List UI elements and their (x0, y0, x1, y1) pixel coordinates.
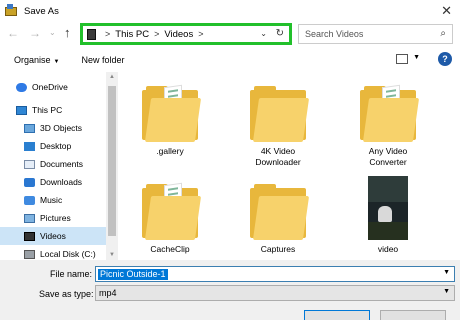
file-item-any-video-converter[interactable]: Any Video Converter (338, 82, 438, 168)
sidebar-item-local-disk[interactable]: Local Disk (C:) (0, 245, 106, 260)
navigation-pane-scrollbar[interactable]: ▲ ▼ (106, 72, 118, 260)
chevron-down-icon: ▼ (53, 59, 60, 65)
file-name: .gallery (156, 146, 184, 156)
file-name-field[interactable]: Picnic Outside-1 ▼ (95, 266, 455, 282)
close-icon[interactable]: ✕ (441, 3, 452, 19)
save-as-type-value: mp4 (99, 288, 117, 298)
save-button[interactable] (304, 310, 370, 320)
chevron-down-icon[interactable]: ▼ (443, 288, 450, 295)
sidebar-item-desktop[interactable]: Desktop (0, 137, 106, 155)
forward-arrow-icon[interactable]: → (29, 26, 41, 40)
save-as-type-label: Save as type: (39, 289, 94, 299)
music-icon (24, 195, 35, 205)
scroll-down-arrow-icon[interactable]: ▼ (109, 252, 115, 258)
sidebar-item-videos[interactable]: Videos (0, 227, 106, 245)
view-options-icon[interactable] (396, 54, 408, 64)
sidebar-item-onedrive[interactable]: OneDrive (0, 78, 106, 96)
cloud-icon (16, 82, 27, 92)
navigation-bar: ← → ⌄ ↑ > This PC > Videos > ⌄ ↻ Search … (0, 22, 460, 48)
file-name: Any Video Converter (368, 146, 408, 167)
sidebar-item-label: Downloads (40, 177, 83, 187)
sidebar-item-documents[interactable]: Documents (0, 155, 106, 173)
scrollbar-thumb[interactable] (108, 86, 116, 236)
address-dropdown-chevron-icon[interactable]: ⌄ (260, 29, 267, 38)
window-title: Save As (24, 5, 59, 17)
folder-icon (360, 82, 420, 142)
organise-menu-button[interactable]: Organise ▼ (14, 55, 59, 65)
breadcrumb-separator: > (154, 29, 160, 39)
help-icon[interactable]: ? (438, 52, 452, 66)
organise-label: Organise (14, 55, 51, 65)
back-arrow-icon[interactable]: ← (7, 26, 19, 40)
sidebar-item-music[interactable]: Music (0, 191, 106, 209)
videos-location-icon (87, 28, 96, 40)
search-input[interactable]: Search Videos ⌕ (298, 24, 453, 44)
file-item-video[interactable]: video (338, 176, 438, 255)
desktop-icon (24, 141, 35, 151)
breadcrumb-this-pc[interactable]: This PC (115, 29, 149, 40)
sidebar-item-label: Videos (40, 231, 66, 241)
file-name: Captures (260, 244, 296, 254)
chevron-down-icon[interactable]: ▼ (443, 269, 450, 276)
sidebar-item-label: Music (40, 195, 63, 205)
folder-icon (142, 82, 202, 142)
file-item-gallery[interactable]: .gallery (120, 82, 220, 157)
breadcrumb-videos[interactable]: Videos (164, 29, 193, 40)
sidebar-item-downloads[interactable]: Downloads (0, 173, 106, 191)
save-as-app-icon (4, 4, 18, 18)
breadcrumb-separator: > (198, 29, 204, 39)
sidebar-item-label: 3D Objects (40, 123, 83, 133)
save-as-type-select[interactable]: mp4 ▼ (95, 285, 455, 301)
file-name: 4K Video Downloader (255, 146, 301, 167)
file-name: CacheClip (150, 244, 190, 254)
title-bar: Save As ✕ (0, 0, 460, 22)
up-arrow-icon[interactable]: ↑ (64, 25, 71, 40)
cancel-button[interactable] (380, 310, 446, 320)
sidebar-item-label: Local Disk (C:) (40, 249, 96, 259)
command-toolbar: Organise ▼ New folder ▼ ? (0, 48, 460, 72)
pictures-icon (24, 213, 35, 223)
folder-icon (250, 180, 310, 240)
video-thumbnail (368, 176, 408, 240)
search-placeholder: Search Videos (305, 29, 364, 39)
navigation-pane: OneDrive This PC 3D Objects Desktop Docu… (0, 74, 106, 260)
chevron-down-icon[interactable]: ▼ (413, 54, 420, 61)
sidebar-item-3d-objects[interactable]: 3D Objects (0, 119, 106, 137)
address-bar[interactable]: > This PC > Videos > ⌄ ↻ (80, 23, 292, 45)
disk-icon (24, 249, 35, 259)
file-name-label: File name: (50, 269, 93, 279)
search-icon[interactable]: ⌕ (440, 28, 446, 39)
file-item-captures[interactable]: Captures (228, 180, 328, 255)
sidebar-item-label: Desktop (40, 141, 72, 151)
sidebar-item-pictures[interactable]: Pictures (0, 209, 106, 227)
documents-icon (24, 159, 35, 169)
download-icon (24, 177, 35, 187)
folder-icon (142, 180, 202, 240)
sidebar-item-label: Documents (40, 159, 83, 169)
file-item-4k-video-downloader[interactable]: 4K Video Downloader (228, 82, 328, 168)
sidebar-item-label: This PC (32, 105, 63, 115)
scroll-up-arrow-icon[interactable]: ▲ (109, 74, 115, 80)
file-item-cacheclip[interactable]: CacheClip (120, 180, 220, 255)
sidebar-item-label: OneDrive (32, 82, 68, 92)
refresh-icon[interactable]: ↻ (276, 28, 284, 39)
sidebar-item-label: Pictures (40, 213, 71, 223)
sidebar-item-this-pc[interactable]: This PC (0, 101, 106, 119)
file-list: .gallery 4K Video Downloader Any Video C… (118, 72, 460, 260)
recent-locations-chevron-icon[interactable]: ⌄ (49, 28, 56, 37)
new-folder-button[interactable]: New folder (81, 55, 124, 65)
folder-icon (250, 82, 310, 142)
3d-objects-icon (24, 123, 35, 133)
videos-icon (24, 231, 35, 241)
file-name: video (377, 244, 399, 254)
breadcrumb-separator: > (105, 29, 111, 39)
file-name-value[interactable]: Picnic Outside-1 (98, 269, 168, 280)
computer-icon (16, 105, 27, 115)
